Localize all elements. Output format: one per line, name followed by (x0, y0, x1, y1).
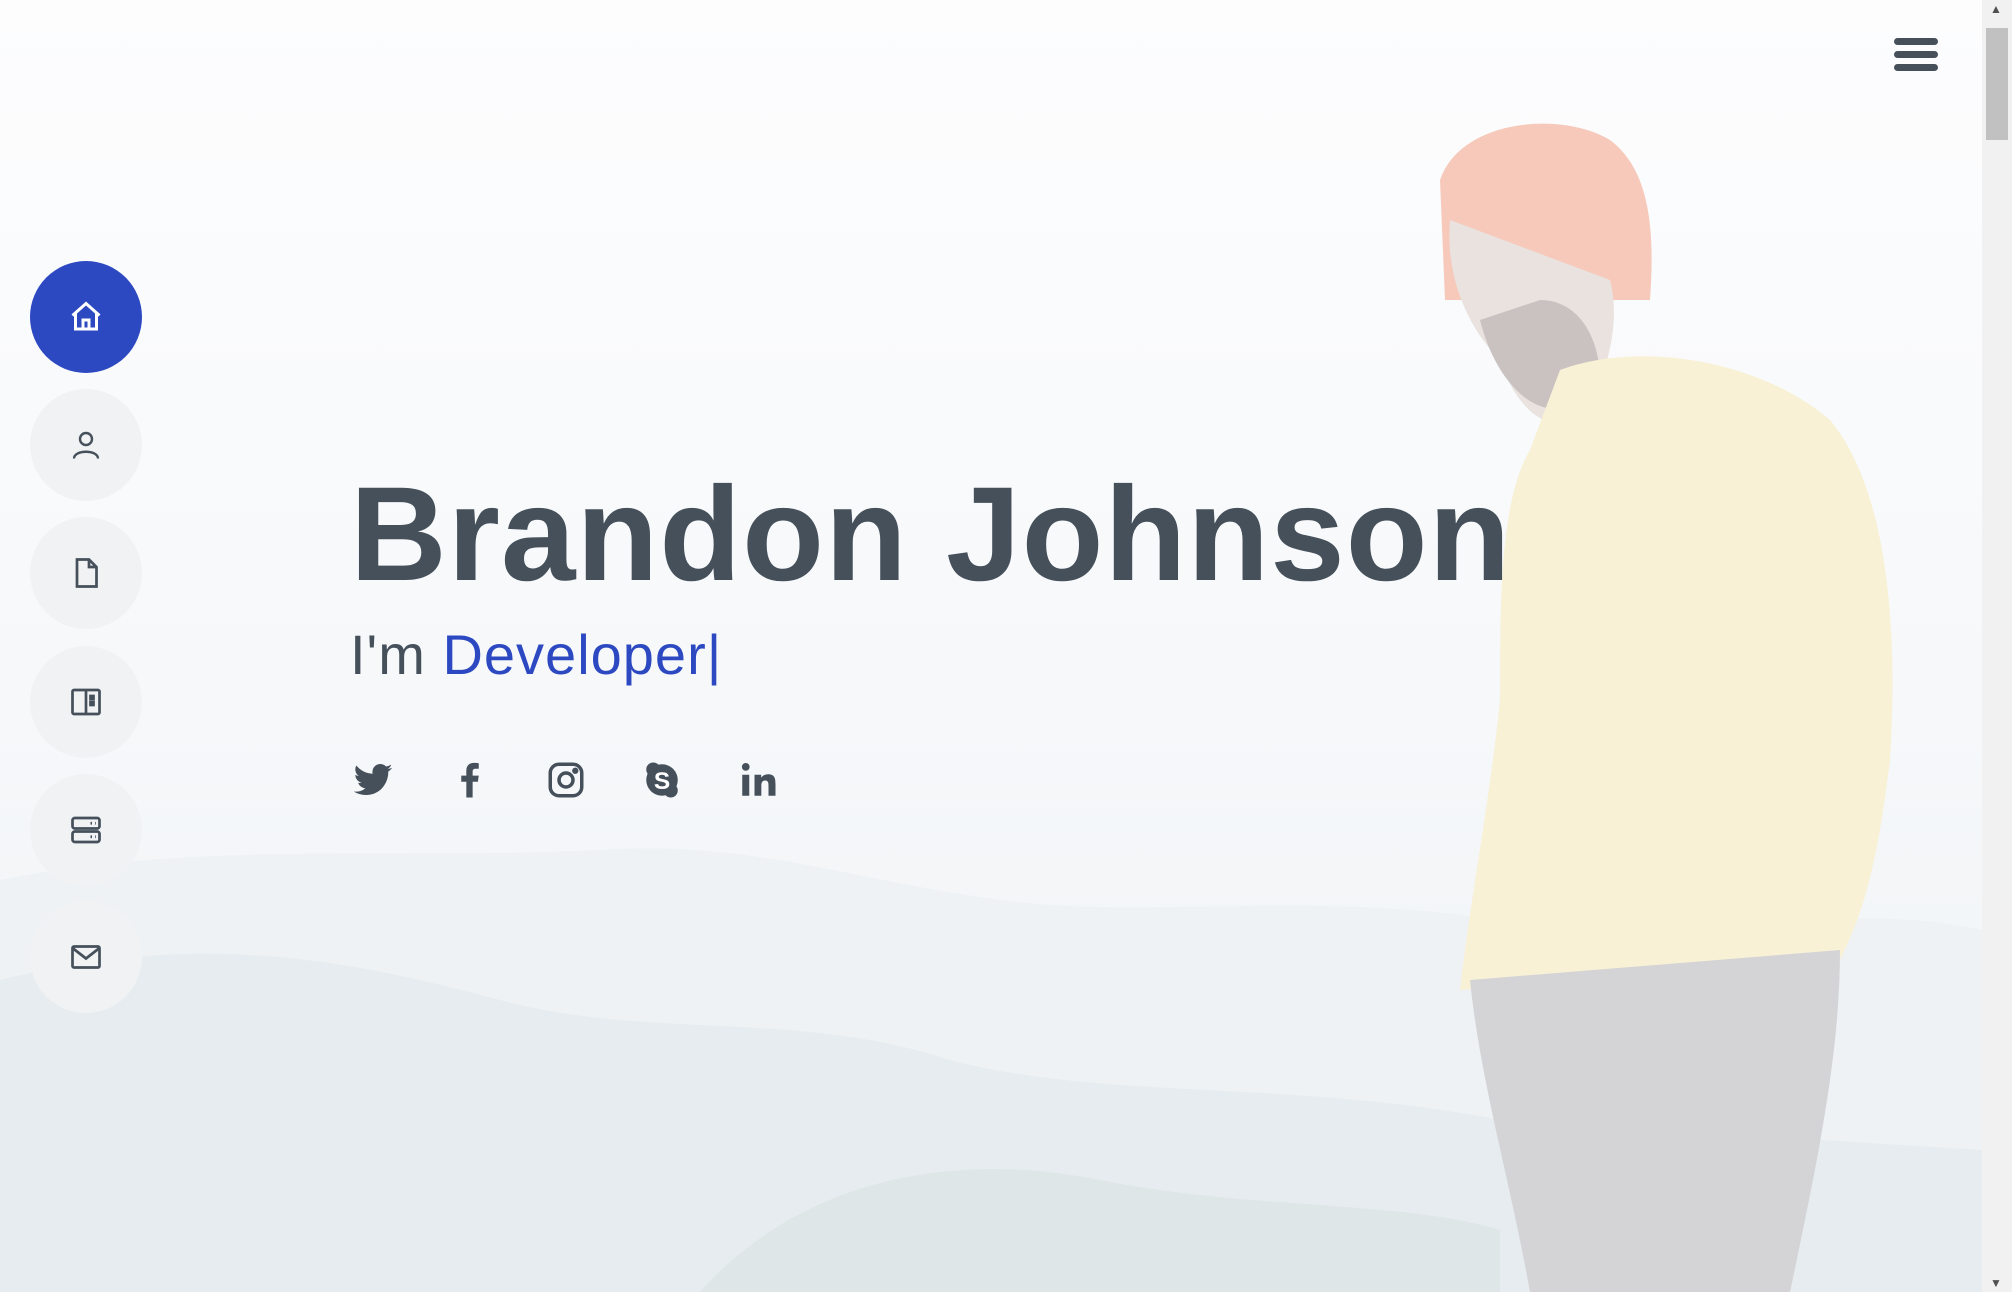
envelope-icon (71, 945, 101, 969)
linkedin-icon (741, 763, 776, 796)
facebook-icon (461, 762, 479, 798)
nav-services-button[interactable] (30, 774, 142, 886)
nav-contact-button[interactable] (30, 901, 142, 1013)
instagram-link[interactable] (544, 758, 588, 802)
scroll-down-arrow-icon[interactable]: ▼ (1990, 1276, 2002, 1290)
scrollbar[interactable]: ▲ ▼ (1982, 0, 2012, 1292)
nav-resume-button[interactable] (30, 517, 142, 629)
subtitle-prefix: I'm (350, 623, 443, 686)
hero-subtitle: I'm Developer| (350, 622, 722, 687)
menu-toggle-button[interactable] (1894, 38, 1938, 74)
nav-portfolio-button[interactable] (30, 646, 142, 758)
hero-name: Brandon Johnson (350, 460, 1512, 609)
hero-background (0, 0, 1982, 1292)
twitter-link[interactable] (351, 758, 395, 802)
home-icon (71, 301, 101, 331)
server-icon (71, 816, 101, 844)
typed-role: Developer (442, 623, 707, 686)
nav-about-button[interactable] (30, 389, 142, 501)
typing-cursor: | (706, 623, 723, 686)
twitter-icon (353, 763, 393, 796)
linkedin-link[interactable] (736, 758, 780, 802)
file-icon (75, 558, 98, 588)
nav-home-button[interactable] (30, 261, 142, 373)
scroll-up-arrow-icon[interactable]: ▲ (1990, 2, 2002, 16)
mountains-image (0, 123, 1982, 1292)
person-icon (72, 431, 100, 459)
svg-text:S: S (654, 768, 670, 795)
skype-icon: S (646, 762, 678, 798)
facebook-link[interactable] (448, 758, 492, 802)
skype-link[interactable]: S (640, 758, 684, 802)
instagram-icon (548, 762, 584, 798)
scrollbar-thumb[interactable] (1986, 28, 2008, 140)
book-icon (71, 688, 101, 716)
